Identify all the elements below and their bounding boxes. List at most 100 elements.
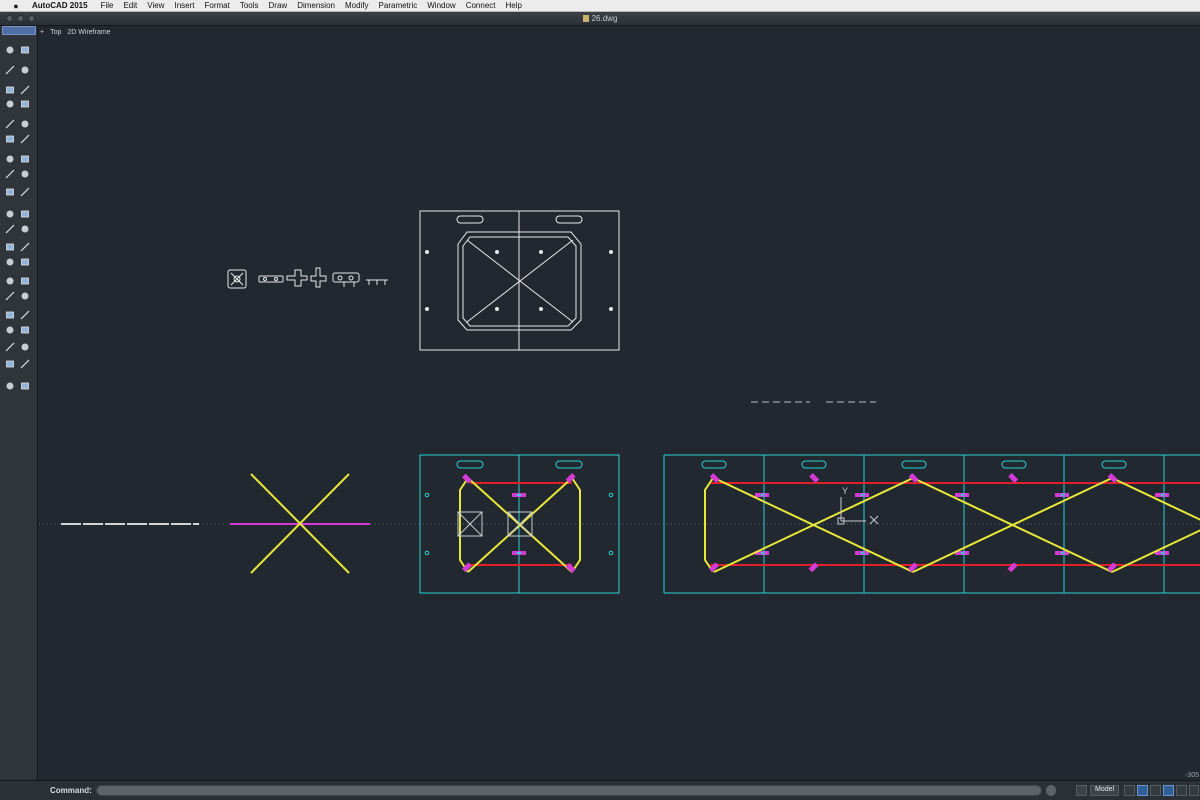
box-icon[interactable]	[20, 378, 30, 390]
layers-icon[interactable]	[20, 42, 30, 54]
menu-file[interactable]: File	[101, 1, 114, 10]
stretch-icon[interactable]	[20, 221, 30, 233]
rectangle-icon[interactable]	[20, 339, 30, 351]
chain-diagonal	[1111, 529, 1200, 573]
chain-node	[1107, 473, 1118, 483]
chain-pin-dot	[960, 493, 964, 497]
app-menu[interactable]: AutoCAD 2015	[32, 1, 88, 10]
command-options-button[interactable]	[1046, 785, 1056, 796]
menu-parametric[interactable]: Parametric	[379, 1, 418, 10]
dwg-file-icon	[582, 15, 589, 22]
model-space-button[interactable]: Model	[1090, 785, 1120, 796]
chain-pin-dot	[760, 551, 764, 555]
rotate-icon[interactable]	[20, 184, 30, 197]
arc-icon[interactable]	[20, 82, 30, 95]
chain-node	[908, 473, 919, 483]
osnap-toggle[interactable]	[1176, 785, 1187, 796]
otrack-toggle[interactable]	[1189, 785, 1199, 796]
chain-pin-dot	[1160, 493, 1164, 497]
polar-toggle[interactable]	[1163, 785, 1174, 796]
scale-icon[interactable]	[5, 206, 15, 218]
circle-icon[interactable]	[5, 339, 15, 352]
undo-icon[interactable]	[5, 288, 15, 301]
tool-palette	[0, 26, 38, 780]
chain-node	[1007, 562, 1018, 573]
menu-draw[interactable]: Draw	[269, 1, 288, 10]
extrude-icon[interactable]	[5, 378, 15, 390]
text-icon[interactable]	[5, 239, 15, 251]
line-icon[interactable]	[5, 307, 15, 319]
circle-icon[interactable]	[5, 116, 15, 129]
document-title-text: 26.dwg	[591, 14, 618, 23]
command-input[interactable]	[96, 785, 1042, 796]
menu-window[interactable]: Window	[427, 1, 455, 10]
command-history-icon[interactable]: ▾	[86, 785, 90, 794]
chain-slot	[701, 460, 727, 469]
arc-icon[interactable]	[20, 307, 30, 320]
move-icon[interactable]	[5, 184, 15, 196]
snap-toggle[interactable]	[1124, 785, 1135, 796]
chain-pin-dot	[860, 551, 864, 555]
chain-diagonal	[1111, 477, 1200, 521]
chain-slot	[1001, 460, 1027, 469]
menu-help[interactable]: Help	[505, 1, 521, 10]
polygon-icon[interactable]	[20, 356, 30, 369]
part-clip	[332, 272, 360, 283]
ellipse-icon[interactable]	[5, 131, 15, 143]
rectangle-icon[interactable]	[20, 116, 30, 128]
layers-icon[interactable]	[20, 273, 30, 285]
trim-icon[interactable]	[20, 254, 30, 266]
top-panel-drawing	[419, 210, 620, 351]
ucs-y-label: Y	[842, 486, 848, 496]
polygon-icon[interactable]	[20, 131, 30, 144]
menu-view[interactable]: View	[147, 1, 164, 10]
array-icon[interactable]	[5, 221, 15, 234]
crosshair-icon[interactable]	[5, 42, 15, 54]
extrude-icon[interactable]	[5, 151, 15, 163]
drawing-canvas[interactable]: Y	[39, 26, 1200, 780]
menu-tools[interactable]: Tools	[240, 1, 259, 10]
menu-dimension[interactable]: Dimension	[297, 1, 335, 10]
menu-bar: ● AutoCAD 2015 File Edit View Insert For…	[0, 0, 1200, 12]
chain-node	[1008, 473, 1019, 483]
spline-icon[interactable]	[20, 322, 30, 334]
chain-slot	[801, 460, 827, 469]
menu-format[interactable]: Format	[204, 1, 229, 10]
palette-selector-dropdown[interactable]	[2, 26, 36, 35]
grid-toggle[interactable]	[1137, 785, 1148, 796]
redo-icon[interactable]	[20, 62, 30, 74]
ellipse-icon[interactable]	[5, 356, 15, 368]
document-title: 26.dwg	[0, 14, 1200, 23]
ortho-toggle[interactable]	[1150, 785, 1161, 796]
part-bracket-a	[286, 269, 308, 287]
spline-icon[interactable]	[20, 96, 30, 108]
layout-grid-icon[interactable]	[1076, 785, 1087, 796]
chain-pin-dot	[1060, 551, 1064, 555]
window-title-bar: 26.dwg	[0, 12, 1200, 26]
module-single	[419, 454, 620, 594]
crosshair-icon[interactable]	[5, 273, 15, 285]
coordinate-readout: -305	[1185, 772, 1200, 779]
hatch-icon[interactable]	[5, 254, 15, 266]
eraser-icon[interactable]	[20, 166, 30, 178]
line-icon[interactable]	[5, 82, 15, 94]
menu-modify[interactable]: Modify	[345, 1, 369, 10]
polyline-icon[interactable]	[5, 96, 15, 108]
part-bracket-b	[310, 267, 327, 288]
apple-icon[interactable]: ●	[10, 1, 22, 11]
dimension-icon[interactable]	[20, 239, 30, 252]
chain-pin-dot	[1060, 493, 1064, 497]
command-bar: Command: ▾ Model	[0, 780, 1200, 800]
undo-icon[interactable]	[5, 62, 15, 75]
menu-insert[interactable]: Insert	[174, 1, 194, 10]
box-icon[interactable]	[20, 151, 30, 163]
mirror-icon[interactable]	[20, 206, 30, 218]
small-parts-group	[227, 267, 388, 289]
chain-pin-dot	[860, 493, 864, 497]
part-bar	[258, 275, 284, 283]
menu-connect[interactable]: Connect	[466, 1, 496, 10]
polyline-icon[interactable]	[5, 322, 15, 334]
fillet-icon[interactable]	[5, 166, 15, 179]
menu-edit[interactable]: Edit	[123, 1, 137, 10]
redo-icon[interactable]	[20, 288, 30, 300]
